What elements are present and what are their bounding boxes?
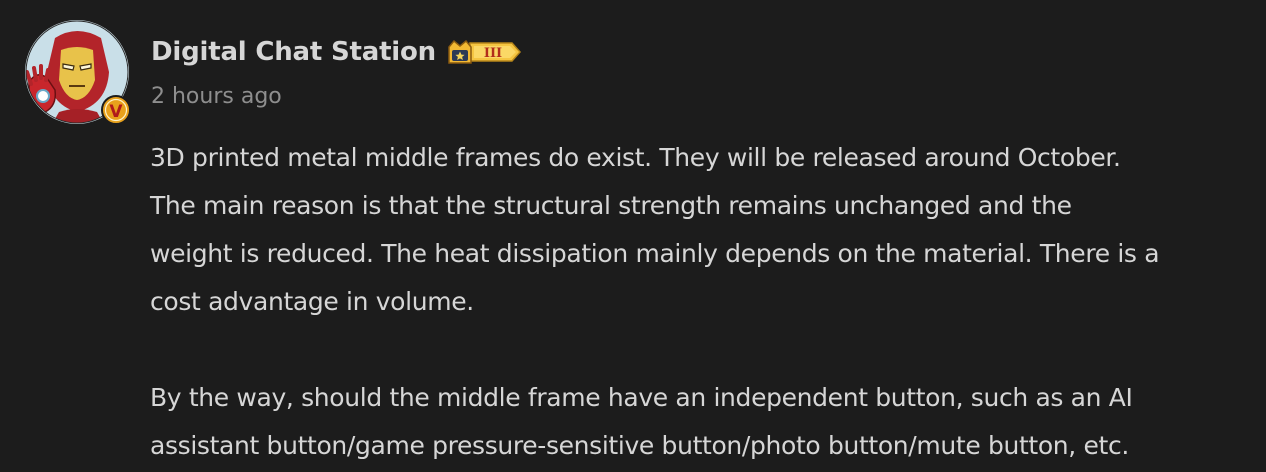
post-paragraph-2: By the way, should the middle frame have… — [150, 383, 1133, 460]
level-badge-text: III — [484, 46, 502, 61]
comment-post: V Digital Chat Station III 2 hours ago 3… — [0, 0, 1266, 472]
iron-man-avatar-icon: V — [25, 20, 131, 125]
level-badge: III — [446, 37, 522, 67]
author-avatar[interactable]: V — [25, 20, 131, 126]
post-content: 3D printed metal middle frames do exist.… — [150, 134, 1250, 470]
author-row: Digital Chat Station III — [151, 32, 522, 72]
crown-level-badge-icon: III — [448, 39, 521, 64]
verified-badge: V — [109, 102, 123, 122]
author-name[interactable]: Digital Chat Station — [151, 37, 436, 67]
post-timestamp: 2 hours ago — [151, 84, 282, 109]
post-paragraph-1: 3D printed metal middle frames do exist.… — [150, 143, 1160, 316]
